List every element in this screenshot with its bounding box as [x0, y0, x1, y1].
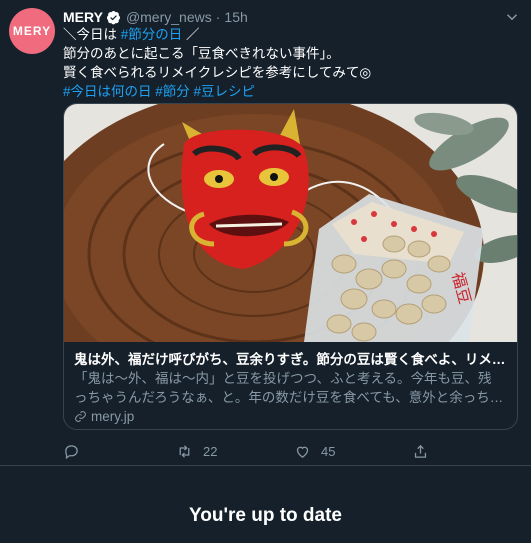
- retweet-button[interactable]: 22: [176, 443, 294, 460]
- link-card[interactable]: 福豆 鬼は外、福だけ呼びがち、豆余りすぎ。節分の豆は賢く食べよ、リメ… 「鬼は〜…: [63, 103, 518, 430]
- reply-button[interactable]: [63, 443, 176, 460]
- card-text: 鬼は外、福だけ呼びがち、豆余りすぎ。節分の豆は賢く食べよ、リメ… 「鬼は〜外、福…: [74, 350, 507, 426]
- author-handle[interactable]: @mery_news: [126, 9, 212, 25]
- heart-icon: [296, 446, 309, 458]
- share-button[interactable]: [412, 443, 429, 460]
- card-domain: mery.jp: [74, 407, 507, 426]
- verified-badge-icon: [106, 10, 120, 24]
- tweet-header: MERY @mery_news · 15h: [63, 8, 521, 26]
- author-name[interactable]: MERY: [63, 9, 103, 25]
- retweet-icon: [179, 444, 190, 458]
- tweet-text-line: 賢く食べられるリメイクレシピを参考にしてみて◎: [63, 65, 372, 80]
- share-icon: [414, 444, 427, 458]
- link-icon: [75, 411, 86, 422]
- card-description: 「鬼は〜外、福は〜内」と豆を投げつつ、ふと考える。今年も豆、残 っちゃうんだろう…: [74, 371, 504, 405]
- like-button[interactable]: 45: [294, 443, 412, 460]
- separator-dot: ·: [215, 9, 221, 25]
- tweet-text-line: 節分のあとに起こる「豆食べきれない事件」。: [63, 46, 340, 61]
- hashtags-link[interactable]: #今日は何の日 #節分 #豆レシピ: [63, 82, 519, 101]
- card-title: 鬼は外、福だけ呼びがち、豆余りすぎ。節分の豆は賢く食べよ、リメ…: [74, 352, 506, 367]
- chevron-down-icon[interactable]: [503, 8, 521, 26]
- tweet-text: ＼今日は #節分の日 ／ 節分のあとに起こる「豆食べきれない事件」。 賢く食べら…: [63, 25, 519, 101]
- up-to-date-message: You're up to date: [188, 505, 342, 526]
- avatar[interactable]: MERY: [9, 8, 55, 54]
- tweet-timestamp[interactable]: 15h: [224, 9, 247, 25]
- tweet[interactable]: MERY MERY @mery_news · 15h ＼今日は #節分の日 ／ …: [0, 0, 531, 466]
- tweet-text-line: ＼今日は #節分の日 ／: [63, 27, 200, 42]
- tweet-actions: 22 45: [63, 440, 521, 462]
- reply-icon: [65, 444, 78, 459]
- avatar-logo-text: MERY: [12, 24, 52, 38]
- hashtag-link[interactable]: #節分の日: [121, 27, 183, 42]
- card-image: 福豆: [64, 104, 517, 342]
